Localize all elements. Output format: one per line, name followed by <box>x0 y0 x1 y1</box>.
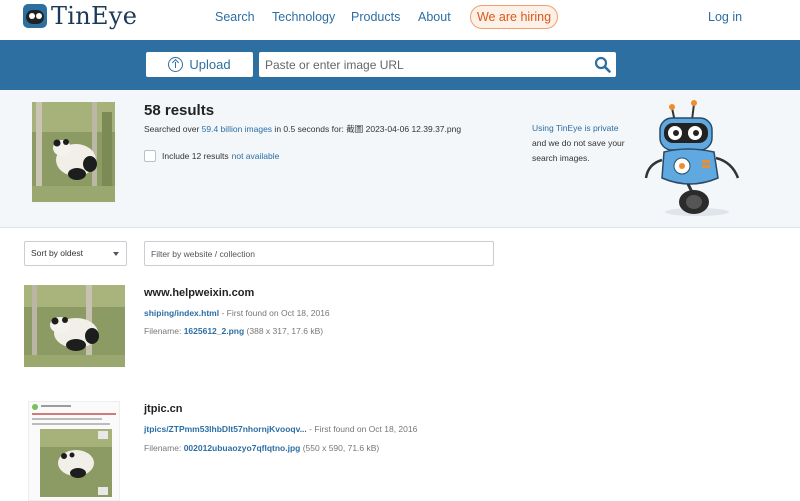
chevron-down-icon <box>113 252 119 256</box>
results-summary: 58 results Searched over 59.4 billion im… <box>0 90 800 228</box>
result-filename-line: Filename: 002012ubuaozyo7qflqtno.jpg (55… <box>144 443 379 453</box>
result-thumbnail[interactable] <box>24 285 125 367</box>
results-count: 58 results <box>144 102 215 119</box>
search-icon[interactable] <box>594 56 611 73</box>
search-info-prefix: Searched over <box>144 124 202 134</box>
include-unavailable-label: Include 12 results <box>162 151 229 161</box>
logo-text: TinEye <box>51 2 138 30</box>
query-filename: 截圖 2023-04-06 12.39.37.png <box>346 124 462 134</box>
query-image-thumbnail[interactable] <box>32 102 115 202</box>
result-first-found: - First found on Oct 18, 2016 <box>219 308 330 318</box>
upload-arrow-icon <box>168 57 184 72</box>
tineye-robot-mascot-icon <box>644 100 740 216</box>
search-info: Searched over 59.4 billion images in 0.5… <box>144 123 461 135</box>
not-available-link[interactable]: not available <box>232 151 280 161</box>
tineye-logo[interactable]: TinEye <box>23 2 138 30</box>
result-dimensions: (388 x 317, 17.6 kB) <box>244 326 324 336</box>
include-unavailable-row: Include 12 results not available <box>144 150 279 162</box>
result-thumbnail[interactable] <box>28 401 120 501</box>
login-link[interactable]: Log in <box>708 10 742 24</box>
search-band: Upload <box>0 40 800 90</box>
top-nav: TinEye Search Technology Products About … <box>0 0 800 40</box>
privacy-link[interactable]: Using TinEye is private <box>532 123 618 133</box>
result-first-found: - First found on Oct 18, 2016 <box>306 424 418 434</box>
website-filter-input[interactable] <box>144 241 494 266</box>
result-page-link[interactable]: jtpics/ZTPmm53lhbDlt57nhornjKvooqv... <box>144 424 307 434</box>
result-page-link[interactable]: shiping/index.html <box>144 308 219 318</box>
privacy-note: Using TinEye is private and we do not sa… <box>532 121 642 166</box>
upload-button[interactable]: Upload <box>146 52 253 77</box>
search-info-middle: in 0.5 seconds for: <box>272 124 347 134</box>
privacy-text: and we do not save your search images. <box>532 138 625 163</box>
nav-products[interactable]: Products <box>351 10 400 24</box>
sort-dropdown[interactable]: Sort by oldest <box>24 241 127 266</box>
tineye-robot-icon <box>23 4 47 28</box>
nav-about[interactable]: About <box>418 10 451 24</box>
include-unavailable-checkbox[interactable] <box>144 150 156 162</box>
result-domain[interactable]: www.helpweixin.com <box>144 287 254 299</box>
sort-value: Sort by oldest <box>31 248 83 258</box>
upload-label: Upload <box>189 57 231 72</box>
result-domain[interactable]: jtpic.cn <box>144 403 183 415</box>
nav-search[interactable]: Search <box>215 10 255 24</box>
result-filename-link[interactable]: 1625612_2.png <box>184 326 244 336</box>
nav-technology[interactable]: Technology <box>272 10 335 24</box>
image-url-input[interactable] <box>259 52 616 77</box>
result-filename-link[interactable]: 002012ubuaozyo7qflqtno.jpg <box>184 443 301 453</box>
result-page-line: shiping/index.html - First found on Oct … <box>144 308 330 318</box>
result-page-line: jtpics/ZTPmm53lhbDlt57nhornjKvooqv... - … <box>144 424 417 434</box>
result-dimensions: (550 x 590, 71.6 kB) <box>300 443 380 453</box>
result-filename-line: Filename: 1625612_2.png (388 x 317, 17.6… <box>144 326 323 336</box>
result-filename-label: Filename: <box>144 443 184 453</box>
hiring-button[interactable]: We are hiring <box>470 5 558 29</box>
result-filename-label: Filename: <box>144 326 184 336</box>
index-size-link[interactable]: 59.4 billion images <box>202 124 272 134</box>
